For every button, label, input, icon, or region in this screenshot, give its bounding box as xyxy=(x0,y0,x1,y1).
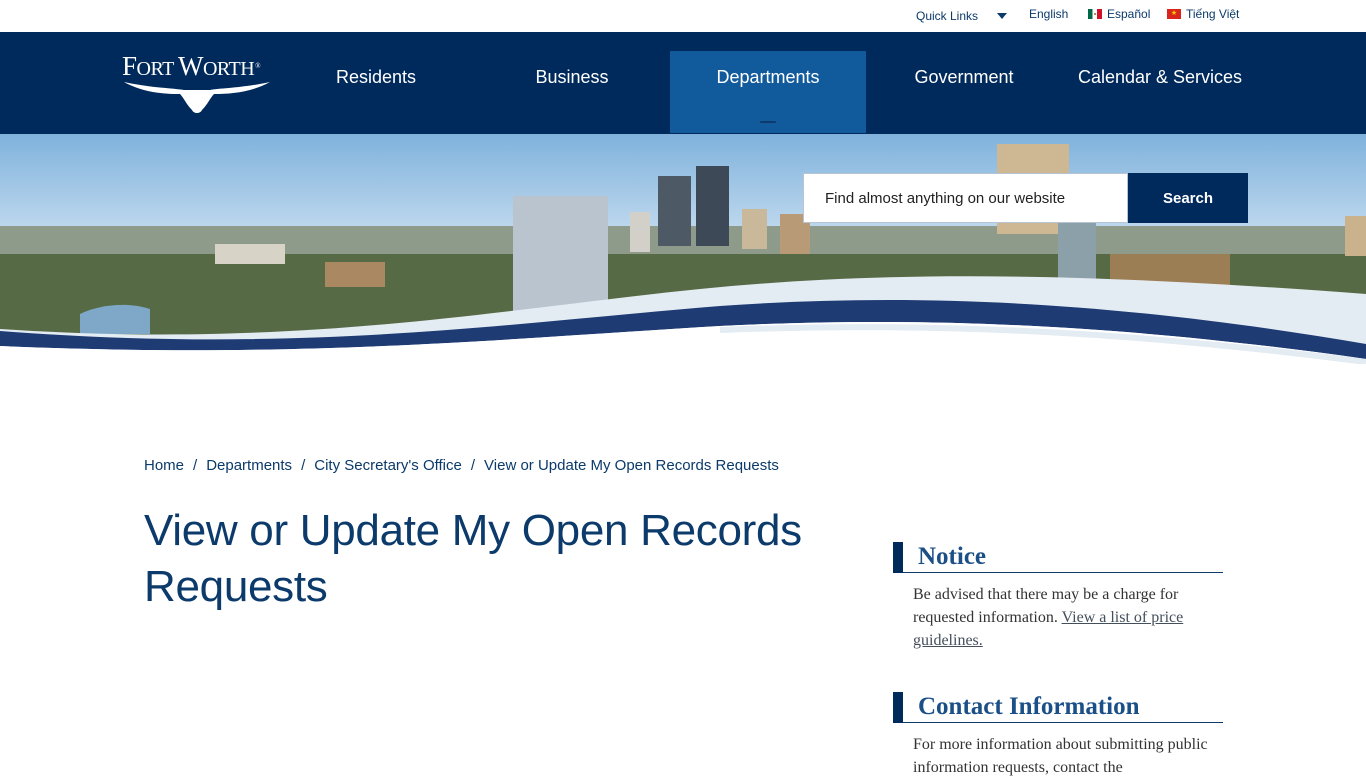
breadcrumb: Home / Departments / City Secretary's Of… xyxy=(144,457,779,474)
nav-label: Business xyxy=(535,67,609,87)
breadcrumb-current: View or Update My Open Records Requests xyxy=(484,457,779,474)
nav-item-departments[interactable]: Departments xyxy=(670,51,866,133)
nav-item-calendar-services[interactable]: Calendar & Services xyxy=(1062,51,1258,133)
contact-header: Contact Information xyxy=(893,692,1223,723)
page-title: View or Update My Open Records Requests xyxy=(144,506,802,611)
contact-panel: Contact Information For more information… xyxy=(893,692,1223,779)
language-label: Español xyxy=(1107,7,1151,21)
site-search-input[interactable] xyxy=(803,173,1128,223)
search-button[interactable]: Search xyxy=(1128,173,1248,223)
nav-label: Calendar & Services xyxy=(1077,67,1243,87)
hero-banner xyxy=(0,134,1366,364)
mexico-flag-icon xyxy=(1088,9,1102,19)
quick-links-label: Quick Links xyxy=(916,9,979,23)
notice-title: Notice xyxy=(918,543,987,570)
longhorn-icon xyxy=(124,82,270,113)
main-navigation: FORT WORTH® Residents Business Departmen… xyxy=(0,32,1366,134)
nav-label: Residents xyxy=(335,67,417,87)
breadcrumb-departments[interactable]: Departments xyxy=(206,457,292,474)
language-label: Tiếng Việt xyxy=(1186,7,1240,21)
breadcrumb-separator: / xyxy=(301,457,306,474)
contact-title: Contact Information xyxy=(918,693,1140,720)
breadcrumb-separator: / xyxy=(193,457,198,474)
language-label: English xyxy=(1029,7,1069,21)
accent-bar xyxy=(893,692,903,723)
breadcrumb-city-secretary[interactable]: City Secretary's Office xyxy=(314,457,462,474)
contact-body: For more information about submitting pu… xyxy=(893,723,1223,779)
language-english-link[interactable]: English xyxy=(1029,7,1068,21)
chevron-down-icon xyxy=(997,13,1008,19)
notice-header: Notice xyxy=(893,542,1223,573)
breadcrumb-separator: / xyxy=(470,457,476,474)
utility-bar: Quick Links English Español ★ Tiếng Việt xyxy=(0,0,1366,32)
nav-item-government[interactable]: Government xyxy=(866,51,1062,133)
nav-label: Government xyxy=(914,67,1014,87)
fort-worth-logo[interactable]: FORT WORTH® xyxy=(122,52,272,118)
quick-links-dropdown[interactable]: Quick Links xyxy=(916,9,1008,23)
language-vietnamese-link[interactable]: ★ Tiếng Việt xyxy=(1167,7,1239,21)
accent-bar xyxy=(893,542,903,573)
language-espanol-link[interactable]: Español xyxy=(1088,7,1150,21)
nav-item-residents[interactable]: Residents xyxy=(278,51,474,133)
notice-body: Be advised that there may be a charge fo… xyxy=(893,573,1223,652)
vietnam-flag-icon: ★ xyxy=(1167,9,1181,19)
city-skyline-image xyxy=(0,134,1366,364)
breadcrumb-home[interactable]: Home xyxy=(144,457,184,474)
nav-label: Departments xyxy=(716,67,820,87)
nav-item-business[interactable]: Business xyxy=(474,51,670,133)
notice-panel: Notice Be advised that there may be a ch… xyxy=(893,542,1223,652)
contact-text: For more information about submitting pu… xyxy=(913,736,1208,776)
